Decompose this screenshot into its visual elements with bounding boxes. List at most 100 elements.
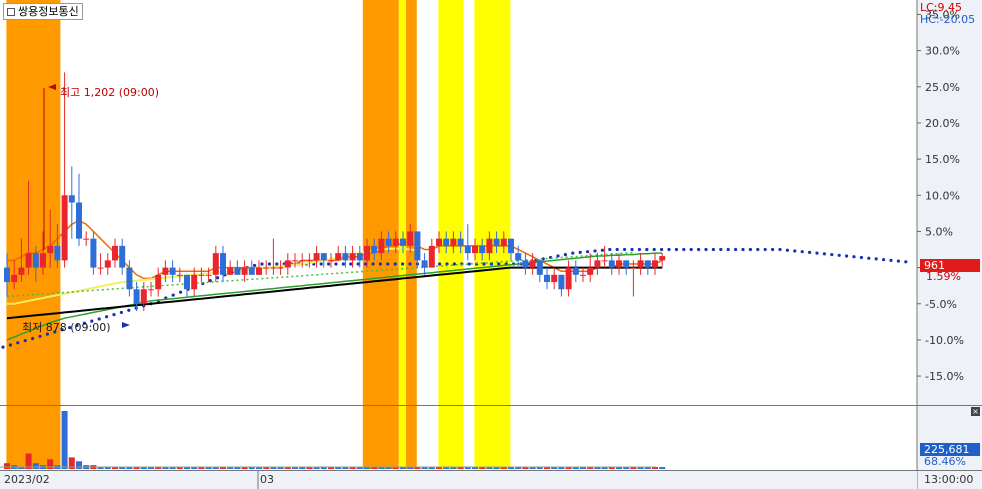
psar-dot-89 xyxy=(660,247,664,252)
candle-body-57 xyxy=(414,231,421,261)
candle-body-67 xyxy=(486,238,493,254)
psar-dot-45 xyxy=(334,262,338,266)
close-icon[interactable]: × xyxy=(971,407,980,416)
psar-dot-103 xyxy=(763,247,767,252)
candle-body-27 xyxy=(198,274,205,276)
psar-dot-116 xyxy=(859,255,864,260)
psar-dot-113 xyxy=(837,253,841,257)
psar-dot-65 xyxy=(482,262,486,266)
x-label-march: 03 xyxy=(260,473,274,486)
psar-dot-5 xyxy=(38,334,42,338)
psar-dot-93 xyxy=(689,247,693,252)
volume-bar-91 xyxy=(659,467,666,469)
y-tick-text-3: 20.0% xyxy=(925,117,960,130)
psar-dot-76 xyxy=(563,252,568,257)
candle-body-79 xyxy=(572,267,579,275)
psar-dot-98 xyxy=(726,247,730,252)
psar-dot-2 xyxy=(16,341,20,345)
candle-body-50 xyxy=(364,245,370,261)
psar-dot-107 xyxy=(793,249,797,253)
psar-dot-110 xyxy=(815,251,819,255)
psar-dot-77 xyxy=(571,251,575,255)
candle-body-90 xyxy=(652,260,658,268)
psar-dot-36 xyxy=(267,262,271,266)
psar-dot-121 xyxy=(896,259,901,263)
candle-body-59 xyxy=(428,245,435,268)
candle-body-78 xyxy=(565,267,572,290)
psar-dot-115 xyxy=(852,255,856,259)
price-change: 1.59% xyxy=(926,270,961,283)
candle-body-91 xyxy=(659,256,666,261)
candle-body-7 xyxy=(54,245,61,261)
candle-body-84 xyxy=(608,260,615,268)
candle-body-6 xyxy=(47,245,54,254)
psar-dot-47 xyxy=(349,262,353,266)
psar-dot-87 xyxy=(645,247,649,252)
highlight-band-5 xyxy=(474,0,511,469)
candle-body-31 xyxy=(227,267,234,275)
psar-dot-83 xyxy=(615,247,619,252)
candle-body-41 xyxy=(299,260,306,262)
psar-dot-101 xyxy=(748,247,753,252)
highlight-band-1 xyxy=(362,0,399,469)
candle-body-75 xyxy=(544,274,550,283)
y-tick-text-1: 30.0% xyxy=(925,45,960,58)
psar-dot-119 xyxy=(882,258,886,262)
psar-dot-82 xyxy=(608,247,612,252)
psar-dot-85 xyxy=(630,247,634,252)
psar-dot-118 xyxy=(874,257,878,261)
candle-body-44 xyxy=(320,253,327,261)
psar-dot-106 xyxy=(785,248,790,252)
candle-body-66 xyxy=(479,245,486,254)
candle-body-0 xyxy=(4,267,10,283)
candle-body-64 xyxy=(464,245,471,254)
psar-dot-34 xyxy=(253,263,257,268)
psar-dot-46 xyxy=(341,262,345,266)
candle-body-82 xyxy=(594,260,601,268)
psar-dot-1 xyxy=(8,343,12,347)
candle-body-85 xyxy=(616,260,622,268)
psar-dot-117 xyxy=(867,256,871,260)
candle-body-20 xyxy=(148,289,154,291)
candle-body-73 xyxy=(529,260,536,268)
candle-body-72 xyxy=(522,260,529,268)
psar-dot-53 xyxy=(393,262,397,266)
psar-dot-44 xyxy=(327,262,331,266)
candle-body-58 xyxy=(421,260,428,268)
candle-body-69 xyxy=(500,238,507,246)
checkbox-icon[interactable] xyxy=(7,7,15,16)
candle-body-48 xyxy=(349,253,356,261)
candle-body-65 xyxy=(472,245,478,254)
candle-body-4 xyxy=(32,253,39,268)
psar-dot-0 xyxy=(1,345,5,349)
psar-dot-43 xyxy=(319,262,323,266)
psar-dot-15 xyxy=(112,312,116,317)
x-axis-background xyxy=(0,470,917,489)
candle-body-11 xyxy=(83,238,90,240)
title-box[interactable]: 쌍용정보통신 xyxy=(3,3,83,20)
psar-dot-61 xyxy=(452,262,456,266)
candle-body-46 xyxy=(335,253,342,261)
candle-body-60 xyxy=(436,238,442,246)
psar-dot-99 xyxy=(734,247,738,252)
psar-dot-54 xyxy=(401,262,405,266)
candle-body-43 xyxy=(313,253,320,261)
candle-body-24 xyxy=(176,274,183,276)
psar-dot-81 xyxy=(600,248,605,252)
low-annotation: 최저 878 (09:00) xyxy=(22,321,111,334)
psar-dot-96 xyxy=(711,247,716,252)
price-chart[interactable]: 35.0%30.0%25.0%20.0%15.0%10.0%5.0%0.0%-5… xyxy=(0,0,982,489)
psar-dot-91 xyxy=(674,247,679,252)
candle-body-63 xyxy=(457,238,464,246)
candle-body-5 xyxy=(40,253,46,268)
candle-body-49 xyxy=(356,253,363,261)
candle-body-2 xyxy=(18,267,25,275)
y-tick-text-4: 15.0% xyxy=(925,153,960,166)
psar-dot-50 xyxy=(371,262,375,266)
psar-dot-79 xyxy=(586,250,590,254)
candle-body-80 xyxy=(580,274,586,276)
candle-body-86 xyxy=(623,260,630,268)
candle-body-37 xyxy=(270,267,277,269)
psar-dot-94 xyxy=(697,247,701,252)
psar-dot-84 xyxy=(623,247,627,252)
